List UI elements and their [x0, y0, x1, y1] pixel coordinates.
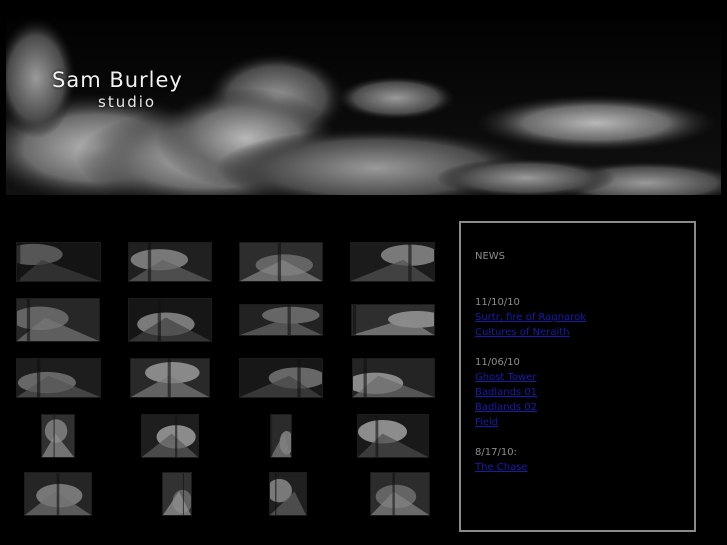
- artwork-thumbnail[interactable]: [350, 242, 435, 282]
- artwork-thumbnail[interactable]: [141, 414, 199, 458]
- artwork-thumbnail[interactable]: [239, 242, 323, 282]
- artwork-thumbnail[interactable]: [351, 304, 435, 336]
- artwork-thumbnail[interactable]: [239, 304, 323, 336]
- news-link[interactable]: Badlands 01: [475, 385, 685, 400]
- artwork-thumbnail[interactable]: [162, 472, 192, 516]
- thumbnail-gallery: [0, 230, 450, 530]
- news-link[interactable]: The Chase: [475, 460, 685, 475]
- news-panel: NEWS 11/10/10 Surtr, fire of Ragnarok Cu…: [459, 221, 696, 532]
- news-date: 11/06/10: [475, 357, 520, 368]
- artwork-thumbnail[interactable]: [239, 358, 323, 398]
- news-link[interactable]: Surtr, fire of Ragnarok: [475, 310, 685, 325]
- brand-name: Sam Burley: [52, 68, 183, 92]
- news-date: 8/17/10:: [475, 447, 517, 458]
- artwork-thumbnail[interactable]: [352, 358, 435, 398]
- artwork-thumbnail[interactable]: [357, 414, 429, 458]
- news-link[interactable]: Field: [475, 415, 685, 430]
- artwork-thumbnail[interactable]: [270, 414, 292, 458]
- artwork-thumbnail[interactable]: [269, 472, 307, 516]
- news-link[interactable]: Ghost Tower: [475, 370, 685, 385]
- brand-subtitle: studio: [98, 93, 157, 111]
- artwork-thumbnail[interactable]: [41, 414, 75, 458]
- header-banner: Sam Burley studio: [6, 18, 721, 195]
- artwork-thumbnail[interactable]: [128, 298, 212, 342]
- artwork-thumbnail[interactable]: [130, 358, 210, 398]
- news-link[interactable]: Badlands 02: [475, 400, 685, 415]
- news-title: NEWS: [475, 251, 506, 262]
- news-date: 11/10/10: [475, 297, 520, 308]
- artwork-thumbnail[interactable]: [24, 472, 92, 516]
- artwork-thumbnail[interactable]: [16, 358, 101, 398]
- artwork-thumbnail[interactable]: [16, 242, 101, 282]
- artwork-thumbnail[interactable]: [16, 298, 100, 342]
- news-link[interactable]: Cultures of Neraith: [475, 325, 685, 340]
- news-list: 11/10/10 Surtr, fire of Ragnarok Culture…: [475, 295, 685, 475]
- artwork-thumbnail[interactable]: [128, 242, 212, 282]
- artwork-thumbnail[interactable]: [370, 472, 430, 516]
